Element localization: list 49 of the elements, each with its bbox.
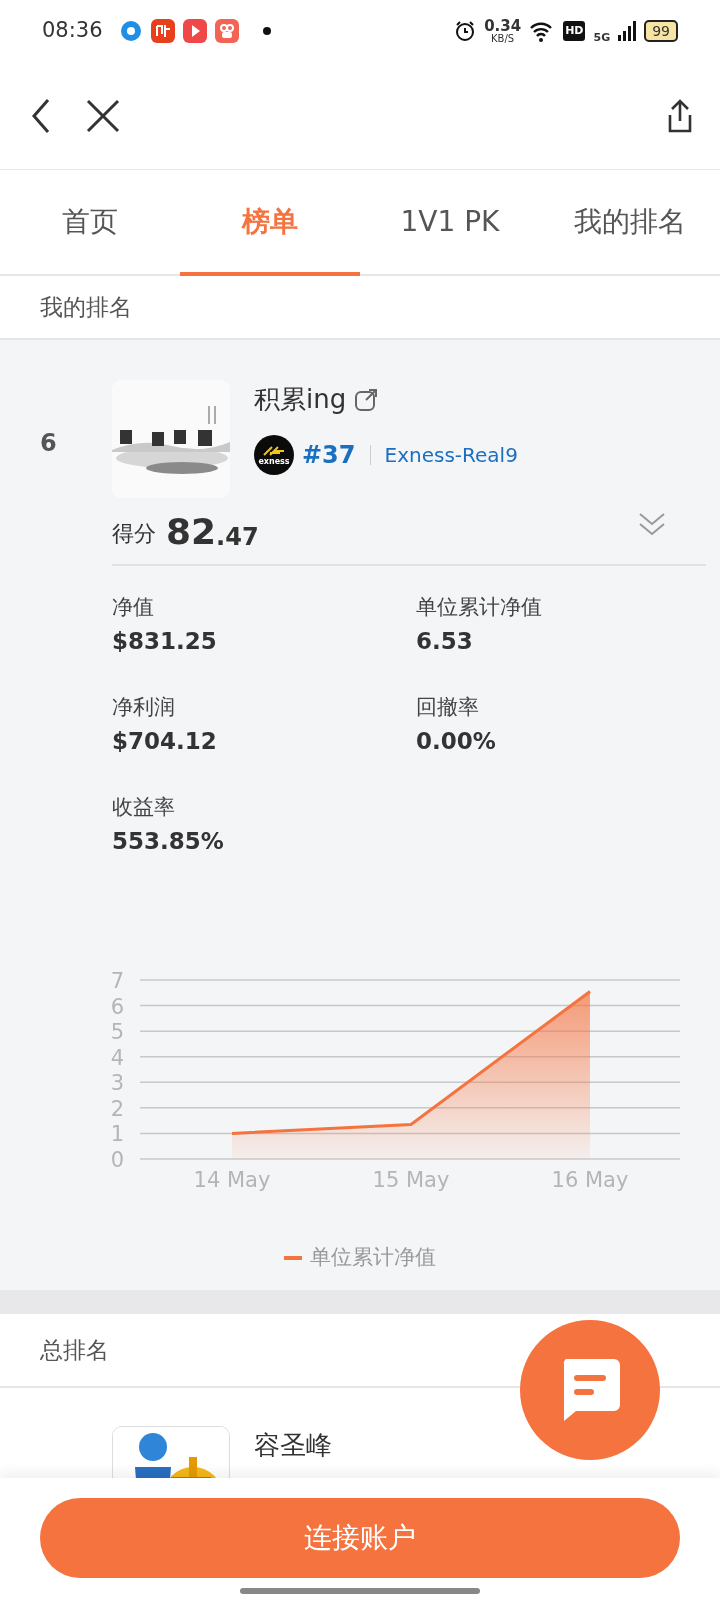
account-number: #37 bbox=[302, 440, 356, 471]
axis-tick-label: 14 May bbox=[193, 1168, 271, 1192]
expand-icon[interactable] bbox=[638, 512, 666, 536]
stat-label: 单位累计净值 bbox=[416, 594, 543, 621]
score-value: 82 bbox=[166, 514, 217, 550]
app-icon bbox=[118, 19, 143, 43]
server-link[interactable]: Exness-Real9 bbox=[384, 440, 518, 470]
clock-time: 08:36 bbox=[42, 17, 103, 45]
legend-label: 单位累计净值 bbox=[310, 1244, 436, 1271]
tab[interactable]: 我的排名 bbox=[540, 170, 720, 274]
axis-tick-label: 16 May bbox=[551, 1168, 629, 1192]
score-label: 得分 bbox=[112, 520, 156, 548]
broker-logo: exness bbox=[254, 435, 294, 475]
user-name: 积累ing bbox=[254, 383, 347, 416]
speed-unit: KB/S bbox=[491, 33, 515, 44]
axis-tick-label: 7 bbox=[110, 969, 124, 993]
axis-tick-label: 5 bbox=[110, 1020, 124, 1045]
axis-tick-label: 1 bbox=[110, 1122, 124, 1147]
app-icon bbox=[150, 19, 175, 43]
dot-icon bbox=[262, 27, 271, 35]
stat-label: 净利润 bbox=[112, 694, 176, 721]
tab[interactable]: 首页 bbox=[0, 170, 180, 274]
signal-icon bbox=[618, 21, 637, 41]
stat-label: 回撤率 bbox=[416, 694, 480, 721]
axis-tick-label: 6 bbox=[110, 994, 124, 1019]
score-decimal: .47 bbox=[216, 523, 259, 550]
network-label: 5G bbox=[593, 29, 611, 46]
tab[interactable]: 1V1 PK bbox=[360, 170, 540, 274]
axis-tick-label: 4 bbox=[110, 1045, 124, 1070]
user-name: 容圣峰 bbox=[254, 1429, 332, 1462]
stat-value: 6.53 bbox=[416, 626, 474, 656]
axis-tick-label: 15 May bbox=[372, 1168, 450, 1192]
external-link-icon[interactable] bbox=[354, 387, 379, 412]
axis-tick-label: 2 bbox=[110, 1096, 124, 1121]
stat-value: 553.85% bbox=[112, 826, 225, 856]
stat-value: $704.12 bbox=[112, 726, 218, 756]
axis-tick-label: 0 bbox=[110, 1148, 124, 1172]
hd-badge: HD bbox=[563, 20, 586, 42]
rank-number: 6 bbox=[39, 428, 58, 459]
axis-tick-label: 3 bbox=[110, 1071, 124, 1096]
speed-value: 0.34 bbox=[484, 18, 522, 34]
stat-label: 净值 bbox=[112, 594, 155, 621]
battery-level: 99 bbox=[644, 20, 678, 42]
stat-value: 0.00% bbox=[416, 726, 497, 756]
alarm-icon bbox=[454, 20, 477, 42]
app-icon bbox=[182, 19, 207, 43]
stat-label: 收益率 bbox=[112, 794, 176, 821]
stat-value: $831.25 bbox=[112, 626, 218, 656]
app-icon bbox=[214, 19, 239, 43]
